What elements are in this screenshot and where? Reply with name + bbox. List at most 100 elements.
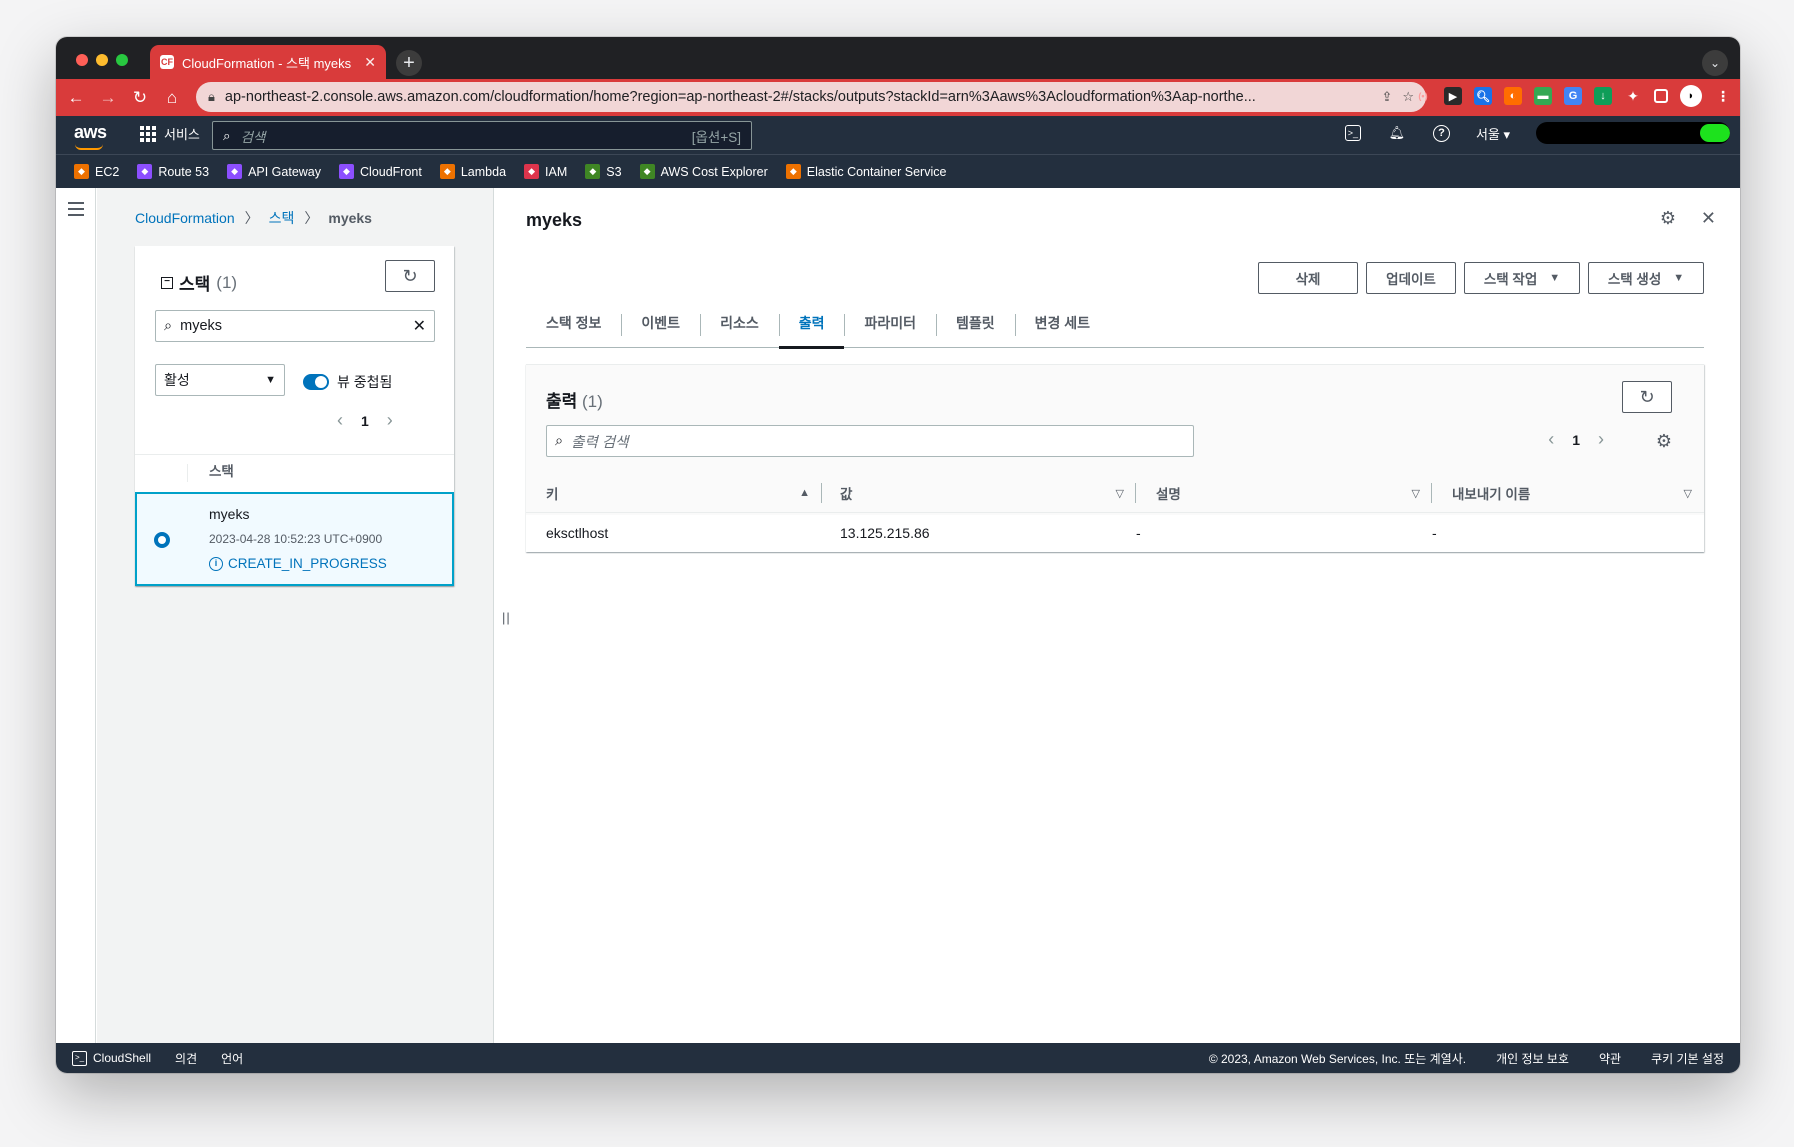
browser-toolbar: ← → ↻ ⌂ 🔒︎ ap-northeast-2.console.aws.am… (56, 79, 1740, 116)
home-icon[interactable]: ⌂ (156, 88, 188, 108)
column-header-description[interactable]: 설명 ▽ (1136, 473, 1432, 513)
extension-icon[interactable]: ▬ (1534, 87, 1552, 105)
caret-down-icon: ▼ (1549, 272, 1561, 284)
favorite-label: EC2 (95, 164, 120, 179)
stack-column-header[interactable]: 스택 (135, 454, 454, 490)
table-preferences-gear-icon[interactable]: ⚙ (1656, 431, 1672, 452)
cookie-preferences-link[interactable]: 쿠키 기본 설정 (1651, 1050, 1724, 1067)
extension-icon[interactable]: (•) (1414, 87, 1432, 105)
stack-actions-dropdown[interactable]: 스택 작업 ▼ (1464, 262, 1580, 294)
favorite-cloudfront[interactable]: ◆ CloudFront (339, 164, 422, 179)
outputs-refresh-button[interactable]: ↻ (1622, 381, 1672, 413)
column-header-key[interactable]: 키 ▲ (546, 473, 822, 513)
translate-icon[interactable]: G (1564, 87, 1582, 105)
current-page[interactable]: 1 (361, 413, 369, 429)
cloudshell-link[interactable]: >_ CloudShell (72, 1050, 151, 1066)
outputs-current-page[interactable]: 1 (1572, 432, 1580, 448)
favorite-api-gateway[interactable]: ◆ API Gateway (227, 164, 321, 179)
sort-icon[interactable]: ▽ (1412, 487, 1420, 500)
language-link[interactable]: 언어 (221, 1050, 243, 1067)
create-stack-dropdown[interactable]: 스택 생성 ▼ (1588, 262, 1704, 294)
favorite-elastic-container-service[interactable]: ◆ Elastic Container Service (785, 164, 946, 179)
breadcrumb-cloudformation[interactable]: CloudFormation (135, 210, 235, 226)
next-page-icon[interactable]: › (387, 410, 393, 431)
next-page-icon[interactable]: › (1598, 429, 1604, 450)
favorite-aws-cost-explorer[interactable]: ◆ AWS Cost Explorer (639, 164, 768, 179)
split-panel-resize-handle[interactable]: || (502, 610, 511, 625)
stack-detail-title: myeks (526, 210, 583, 230)
feedback-link[interactable]: 의견 (175, 1050, 197, 1067)
outputs-search-input[interactable]: ⌕ 출력 검색 (546, 425, 1194, 457)
sidepanel-icon[interactable] (1654, 89, 1668, 103)
maximize-window-button[interactable] (116, 54, 128, 66)
sort-icon[interactable]: ▽ (1684, 487, 1692, 500)
forward-icon[interactable]: → (92, 88, 124, 108)
account-menu[interactable] (1536, 122, 1730, 144)
profile-avatar[interactable]: ◗ (1680, 85, 1702, 107)
clear-search-icon[interactable]: ✕ (413, 316, 426, 336)
console-body: CloudFormation 〉 스택 〉 myeks − 스택 (1) ↻ ⌕… (56, 188, 1740, 1043)
close-panel-icon[interactable]: ✕ (1701, 208, 1716, 229)
tab-1[interactable]: 이벤트 (621, 308, 700, 348)
favorite-route-53[interactable]: ◆ Route 53 (137, 164, 209, 179)
favorite-ec2[interactable]: ◆ EC2 (74, 164, 119, 179)
sort-ascending-icon[interactable]: ▲ (799, 487, 810, 499)
tab-5[interactable]: 템플릿 (936, 308, 1015, 348)
tab-2[interactable]: 리소스 (700, 308, 779, 348)
tab-3[interactable]: 출력 (778, 308, 845, 349)
tab-4[interactable]: 파라미터 (844, 308, 936, 348)
column-header-export[interactable]: 내보내기 이름 ▽ (1432, 473, 1704, 513)
favorite-lambda[interactable]: ◆ Lambda (439, 164, 506, 179)
help-icon[interactable]: ? (1432, 124, 1450, 142)
settings-gear-icon[interactable]: ⚙ (1660, 208, 1676, 229)
bookmark-star-icon[interactable]: ☆ (1402, 89, 1414, 105)
global-search-input[interactable]: ⌕ 검색 [옵션+S] (212, 121, 752, 150)
tab-0[interactable]: 스택 정보 (526, 308, 621, 348)
download-icon[interactable]: ↓ (1594, 87, 1612, 105)
tab-6[interactable]: 변경 세트 (1014, 308, 1110, 348)
outputs-title: 출력 (1) (546, 387, 603, 412)
minimize-window-button[interactable] (96, 54, 108, 66)
hamburger-menu-icon[interactable] (68, 202, 84, 220)
address-bar[interactable]: 🔒︎ ap-northeast-2.console.aws.amazon.com… (196, 82, 1426, 112)
notifications-bell-icon[interactable]: 🔔︎ (1387, 123, 1407, 143)
aws-logo[interactable]: aws (74, 122, 107, 150)
browser-tab-active[interactable]: CF CloudFormation - 스택 myeks ✕ (150, 45, 386, 79)
region-selector[interactable]: 서울 ▾ (1476, 124, 1510, 143)
caret-down-icon: ▼ (265, 374, 276, 386)
reload-icon[interactable]: ↻ (124, 88, 156, 108)
breadcrumb-stacks[interactable]: 스택 (269, 208, 295, 228)
view-nested-toggle[interactable] (303, 374, 329, 390)
privacy-link[interactable]: 개인 정보 보호 (1496, 1050, 1569, 1067)
favorite-iam[interactable]: ◆ IAM (524, 164, 567, 179)
cloudshell-icon[interactable]: >_ (1344, 125, 1361, 141)
menu-kebab-icon[interactable]: ⋮ (1714, 87, 1732, 105)
extension-icon[interactable]: 🔍︎ (1474, 87, 1492, 105)
new-tab-button[interactable]: + (396, 50, 422, 76)
extension-icon[interactable]: ◐ (1504, 87, 1522, 105)
services-menu[interactable]: 서비스 (140, 124, 200, 143)
refresh-button[interactable]: ↻ (385, 260, 435, 292)
close-tab-icon[interactable]: ✕ (364, 54, 376, 71)
column-divider[interactable] (821, 483, 822, 503)
puzzle-icon[interactable]: ✦ (1624, 87, 1642, 105)
delete-button[interactable]: 삭제 (1258, 262, 1358, 294)
stack-row-selected[interactable]: myeks 2023-04-28 10:52:23 UTC+0900 i CRE… (135, 492, 454, 586)
terms-link[interactable]: 약관 (1599, 1050, 1621, 1067)
favorite-s3[interactable]: ◆ S3 (585, 164, 622, 179)
stack-search-input[interactable]: ⌕ myeks ✕ (155, 310, 435, 342)
update-button[interactable]: 업데이트 (1366, 262, 1456, 294)
extension-icon[interactable]: ▶ (1444, 87, 1462, 105)
stack-name[interactable]: myeks (209, 506, 249, 522)
prev-page-icon[interactable]: ‹ (337, 410, 343, 431)
column-header-value[interactable]: 값 ▽ (840, 473, 1136, 513)
back-icon[interactable]: ← (60, 88, 92, 108)
close-window-button[interactable] (76, 54, 88, 66)
tab-search-button[interactable]: ⌄ (1702, 50, 1728, 76)
collapse-icon[interactable]: − (161, 276, 173, 289)
status-filter-select[interactable]: 활성 ▼ (155, 364, 285, 396)
sort-icon[interactable]: ▽ (1116, 487, 1124, 500)
share-icon[interactable]: ⇪ (1381, 89, 1392, 105)
prev-page-icon[interactable]: ‹ (1548, 429, 1554, 450)
stack-radio-selected[interactable] (154, 532, 170, 548)
